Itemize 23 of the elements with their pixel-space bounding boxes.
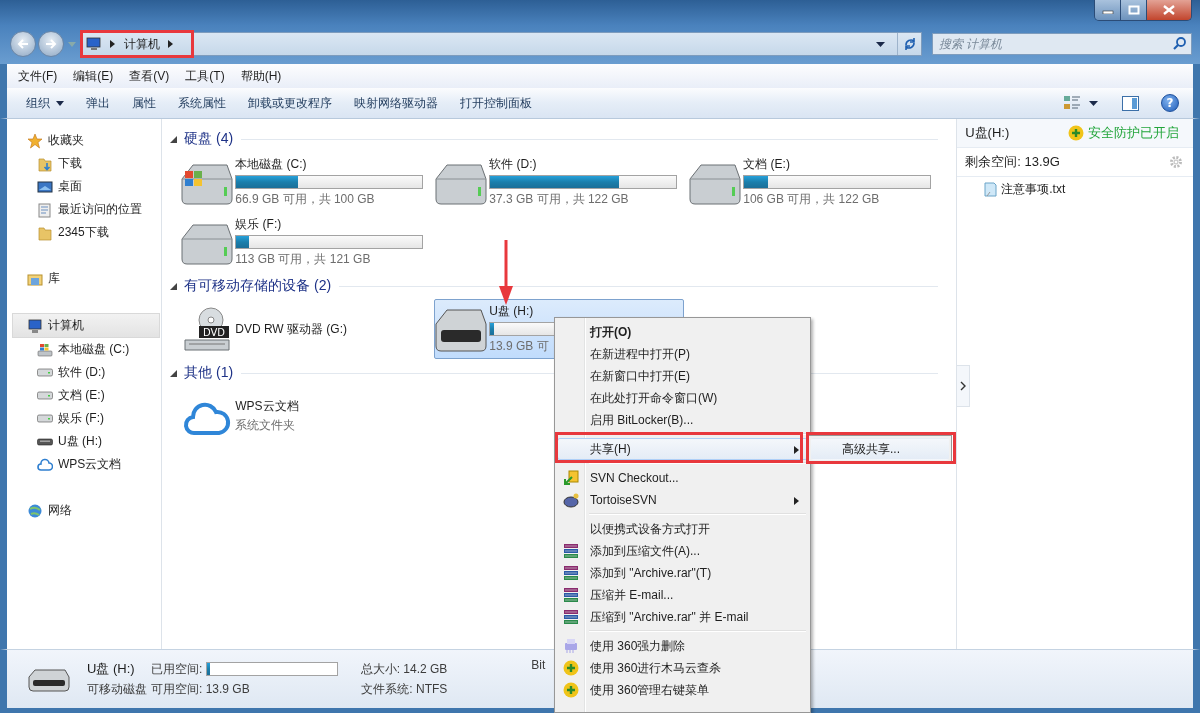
drive-name: WPS云文档 [235,398,299,415]
drive-name: 娱乐 (F:) [235,216,282,233]
status-text: Bit [531,658,546,672]
drive-type: 可移动磁盘 [87,681,147,698]
drive-caption: 系统文件夹 [235,417,296,434]
drive-name: U盘 (H:) [87,660,136,678]
drive-caption: 106 GB 可用，共 122 GB [743,191,880,208]
drive-name: DVD RW 驱动器 (G:) [235,320,347,338]
preview-title: U盘(H:) [965,124,1010,142]
drive-caption: 37.3 GB 可用，共 122 GB [489,191,629,208]
protection-status: 安全防护已开启 [1088,124,1179,142]
drive-name: 文档 (E:) [743,156,790,173]
file-system-text: 文件系统: NTFS [361,680,448,698]
drive-name: 软件 (D:) [489,156,537,173]
drive-caption: 113 GB 可用，共 121 GB [235,251,371,268]
free-space-text: 剩余空间: 13.9G [965,153,1060,171]
drive-name: U盘 (H:) [489,303,534,320]
drive-caption: 66.9 GB 可用，共 100 GB [235,191,375,208]
total-size-text: 总大小: 14.2 GB [360,660,448,678]
used-space-label: 已用空间: [151,660,203,678]
drive-name: 本地磁盘 (C:) [235,156,307,173]
drive-caption: 13.9 GB 可 [489,338,549,355]
free-space-text: 可用空间: 13.9 GB [151,680,251,698]
